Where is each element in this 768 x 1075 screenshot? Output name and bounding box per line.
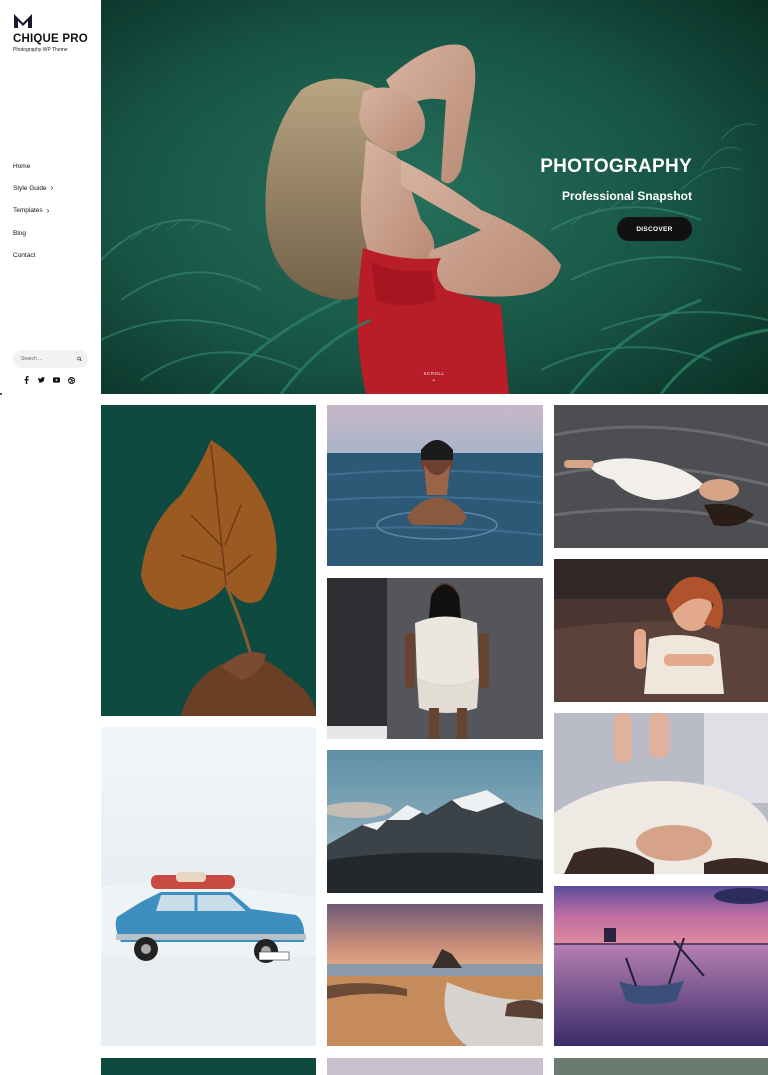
- hero-title: PHOTOGRAPHY: [540, 156, 692, 177]
- nav-item-label: Blog: [13, 229, 27, 237]
- sidebar: CHIQUE PRO Photography WP Theme Home Sty…: [0, 0, 101, 1075]
- nav-item-label: Style Guide: [13, 184, 47, 192]
- chevron-down-icon: ⌄: [431, 377, 437, 383]
- site-tagline: Photography WP Theme: [13, 47, 68, 53]
- gallery-image-partial[interactable]: [101, 1058, 316, 1075]
- site-title[interactable]: CHIQUE PRO: [13, 33, 88, 45]
- chevron-right-icon: ›: [50, 183, 54, 193]
- nav-item-style-guide[interactable]: Style Guide ›: [13, 177, 53, 199]
- scroll-indicator[interactable]: SCROLL ⌄: [417, 371, 451, 383]
- gallery-image-leaf-held-in-hand[interactable]: [101, 405, 316, 716]
- scroll-label: SCROLL: [423, 371, 445, 376]
- gallery-image-snowy-mountains[interactable]: [327, 750, 543, 893]
- social-links: [23, 376, 75, 384]
- hero-subtitle: Professional Snapshot: [561, 189, 692, 203]
- main-navigation: Home Style Guide › Templates › Blog Contac…: [13, 155, 53, 266]
- site-logo-icon[interactable]: [13, 13, 33, 29]
- gallery-image-woman-in-sea[interactable]: [327, 405, 543, 566]
- search-input[interactable]: [21, 356, 77, 362]
- nav-item-home[interactable]: Home: [13, 155, 53, 177]
- chevron-right-icon: ›: [46, 205, 50, 215]
- nav-item-contact[interactable]: Contact: [13, 244, 53, 266]
- gallery-image-beach-at-sunset[interactable]: [327, 904, 543, 1046]
- discover-button[interactable]: DISCOVER: [617, 217, 692, 241]
- dribbble-icon[interactable]: [68, 376, 75, 384]
- twitter-icon[interactable]: [38, 376, 45, 384]
- nav-item-blog[interactable]: Blog: [13, 222, 53, 244]
- nav-item-label: Contact: [13, 251, 36, 259]
- divider-dot: [0, 393, 2, 395]
- gallery-image-woman-floating-in-water[interactable]: [554, 405, 768, 548]
- gallery-image-woman-lying-in-white-sweater[interactable]: [554, 713, 768, 874]
- gallery-image-partial[interactable]: [327, 1058, 543, 1075]
- hero-banner: PHOTOGRAPHY Professional Snapshot DISCOV…: [101, 0, 768, 394]
- nav-item-templates[interactable]: Templates ›: [13, 200, 53, 222]
- gallery-image-partial[interactable]: [554, 1058, 768, 1075]
- search-form: [13, 350, 88, 368]
- gallery-image-woman-in-white-sweater[interactable]: [327, 578, 543, 739]
- search-icon[interactable]: [77, 355, 82, 363]
- nav-item-label: Templates: [13, 207, 43, 215]
- facebook-icon[interactable]: [23, 376, 30, 384]
- gallery-image-boat-at-purple-dusk[interactable]: [554, 886, 768, 1046]
- gallery-image-blue-car-in-snow[interactable]: [101, 727, 316, 1046]
- nav-item-label: Home: [13, 162, 31, 170]
- gallery-image-woman-on-leather-couch[interactable]: [554, 559, 768, 702]
- youtube-icon[interactable]: [53, 376, 60, 384]
